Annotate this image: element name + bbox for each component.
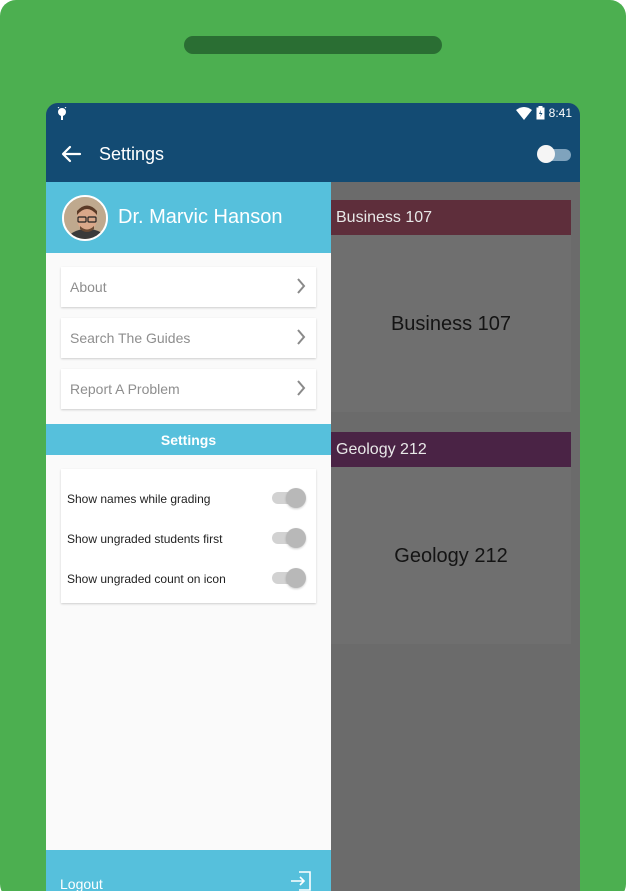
toolbar-title: Settings (99, 144, 165, 164)
device-speaker (184, 36, 442, 54)
toolbar-toggle[interactable] (537, 145, 571, 163)
navigation-drawer: Dr. Marvic Hanson About Search The Guide… (46, 182, 331, 891)
app-toolbar: Settings (46, 127, 580, 182)
avatar[interactable] (62, 195, 108, 241)
setting-label: Show names while grading (67, 492, 211, 506)
drawer-header: Dr. Marvic Hanson (46, 182, 331, 253)
menu-item-label: Search The Guides (70, 330, 191, 346)
logout-icon (291, 871, 311, 891)
wifi-icon (515, 106, 532, 120)
chevron-right-icon (297, 278, 306, 294)
menu-item-label: Report A Problem (70, 381, 180, 397)
menu-item-about[interactable]: About (61, 267, 316, 307)
setting-label: Show ungraded students first (67, 532, 223, 546)
toggle-knob (286, 528, 306, 548)
course-card-geology[interactable]: Geology 212 Geology 212 (331, 432, 571, 644)
android-icon (57, 107, 67, 120)
menu-item-report-problem[interactable]: Report A Problem (61, 369, 316, 409)
user-name: Dr. Marvic Hanson (118, 206, 283, 228)
menu-item-search-guides[interactable]: Search The Guides (61, 318, 316, 358)
ungraded-first-toggle[interactable] (270, 528, 306, 548)
setting-label: Show ungraded count on icon (67, 572, 226, 586)
setting-show-names: Show names while grading (61, 483, 316, 513)
course-card-header: Geology 212 (331, 432, 571, 467)
device-frame: 8:41 Settings Business 107 Business 107 … (0, 0, 626, 891)
profile-photo-icon (64, 197, 106, 239)
course-card-title: Business 107 (390, 313, 512, 335)
battery-icon (536, 106, 545, 120)
settings-section-header: Settings (46, 424, 331, 455)
menu-item-label: About (70, 279, 107, 295)
logout-button[interactable]: Logout (46, 850, 331, 891)
toolbar-toggle-knob (537, 145, 555, 163)
toggle-knob (286, 568, 306, 588)
toggle-knob (286, 488, 306, 508)
back-arrow-icon[interactable] (60, 143, 82, 165)
setting-ungraded-first: Show ungraded students first (61, 523, 316, 553)
status-time: 8:41 (548, 106, 572, 120)
logout-label: Logout (60, 876, 103, 891)
course-card-header: Business 107 (331, 200, 571, 235)
status-bar: 8:41 (46, 103, 580, 127)
show-names-toggle[interactable] (270, 488, 306, 508)
chevron-right-icon (297, 329, 306, 345)
course-card-title: Geology 212 (394, 545, 508, 567)
app-screen: 8:41 Settings Business 107 Business 107 … (46, 103, 580, 891)
course-card-business[interactable]: Business 107 Business 107 (331, 200, 571, 412)
ungraded-count-toggle[interactable] (270, 568, 306, 588)
chevron-right-icon (297, 380, 306, 396)
setting-ungraded-count: Show ungraded count on icon (61, 563, 316, 593)
settings-card: Show names while grading Show ungraded s… (61, 469, 316, 603)
